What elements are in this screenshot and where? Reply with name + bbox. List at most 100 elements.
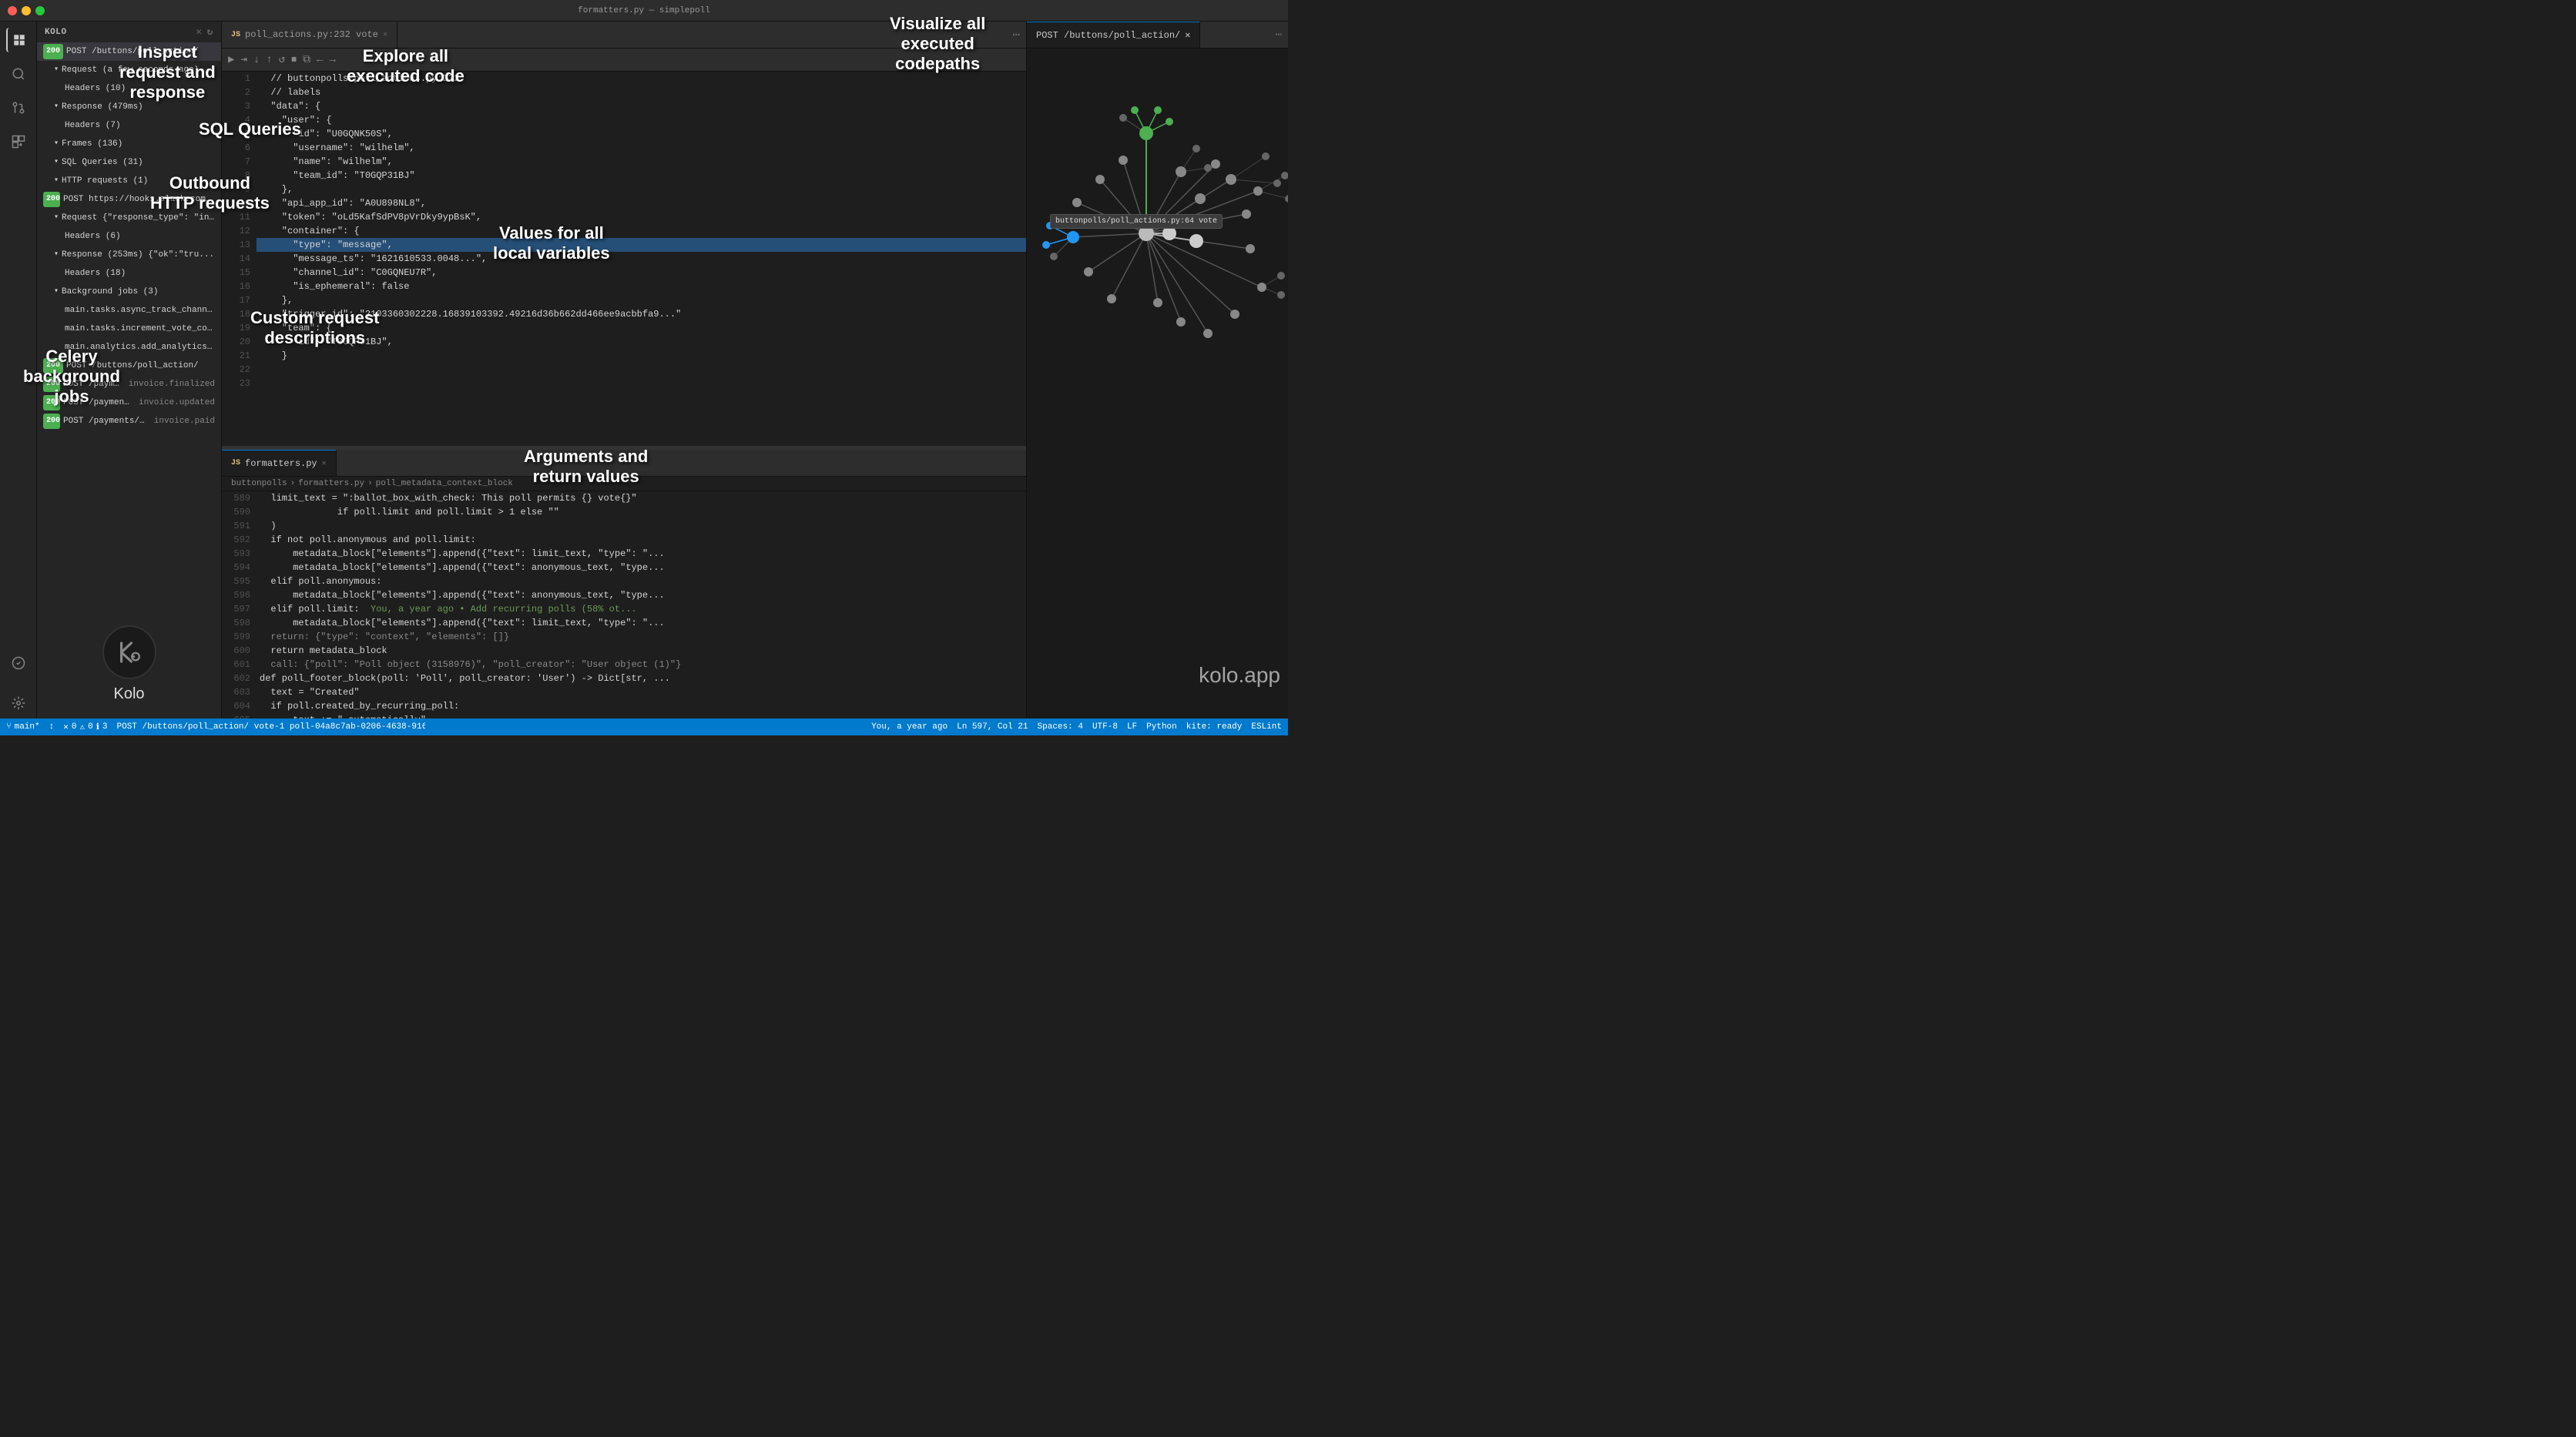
last-saved[interactable]: You, a year ago — [871, 722, 948, 732]
sidebar-item-POST_/paym[interactable]: 200POST /payments/stripe/events/invoice.… — [37, 375, 221, 394]
code-line[interactable]: } — [257, 349, 1026, 363]
sidebar-item-Request_(a[interactable]: ▾Request (a few seconds ago) — [37, 61, 221, 79]
code-line[interactable]: // buttonpolls/poll_actions.py:232 — [257, 72, 1026, 85]
code-line[interactable]: elif poll.anonymous: — [257, 574, 1026, 588]
step-over-icon[interactable]: ⇥ — [240, 53, 247, 66]
code-line[interactable]: if poll.created_by_recurring_poll: — [257, 699, 1026, 713]
restart-icon[interactable]: ↺ — [279, 53, 285, 66]
nav-back-icon[interactable]: ← — [317, 54, 323, 66]
code-line[interactable]: text = "Created" — [257, 685, 1026, 699]
sidebar-item-Headers_(1[interactable]: Headers (18) — [37, 264, 221, 283]
status-errors[interactable]: ✕ 0 ⚠ 0 ℹ 3 — [63, 722, 107, 732]
sidebar-item-Response_([interactable]: ▾Response (479ms) — [37, 98, 221, 116]
kite-status[interactable]: kite: ready — [1186, 722, 1243, 732]
extensions-icon[interactable] — [6, 129, 31, 154]
sidebar-close-icon[interactable]: ✕ — [196, 26, 202, 38]
status-sync[interactable]: ↕ — [49, 722, 55, 732]
code-line[interactable]: return metadata_block — [257, 644, 1026, 658]
sidebar-item-main.tasks[interactable]: main.tasks.async_track_channel — [37, 301, 221, 320]
code-line[interactable]: "type": "message", — [257, 238, 1026, 252]
code-line[interactable]: "is_ephemeral": false — [257, 280, 1026, 293]
sidebar-item-POST_/butt[interactable]: 200POST /buttons/poll_action/ — [37, 357, 221, 375]
sidebar-refresh-icon[interactable]: ↻ — [207, 26, 213, 38]
code-line[interactable]: "data": { — [257, 99, 1026, 113]
code-line[interactable]: "id": "T0GQP31BJ", — [257, 335, 1026, 349]
encoding[interactable]: UTF-8 — [1092, 722, 1118, 732]
eslint-status[interactable]: ESLint — [1251, 722, 1282, 732]
sidebar-item-HTTP_reque[interactable]: ▾HTTP requests (1) — [37, 172, 221, 190]
line-ending[interactable]: LF — [1127, 722, 1137, 732]
search-icon[interactable] — [6, 62, 31, 86]
status-branch[interactable]: ⑂ main* — [6, 722, 40, 732]
maximize-button[interactable] — [35, 6, 45, 15]
language[interactable]: Python — [1146, 722, 1177, 732]
code-editor-bottom[interactable]: 5895905915925935945955965975985996006016… — [222, 491, 1026, 718]
stop-icon[interactable]: ⏹ — [291, 54, 297, 66]
code-line[interactable]: "message_ts": "1621610533.0048...", — [257, 252, 1026, 266]
tab-poll-actions[interactable]: JS poll_actions.py:232 vote ✕ — [222, 22, 397, 48]
sidebar-item-Background[interactable]: ▾Background jobs (3) — [37, 283, 221, 301]
sidebar-item-Headers_(7[interactable]: Headers (7) — [37, 116, 221, 135]
code-line[interactable]: def poll_footer_block(poll: 'Poll', poll… — [257, 672, 1026, 685]
more-actions-icon[interactable]: ⋯ — [1012, 27, 1020, 42]
minimize-button[interactable] — [22, 6, 31, 15]
code-line[interactable]: metadata_block["elements"].append({"text… — [257, 588, 1026, 602]
code-line[interactable]: "user": { — [257, 113, 1026, 127]
sidebar-item-Headers_(1[interactable]: Headers (10) — [37, 79, 221, 98]
code-line[interactable]: if poll.limit and poll.limit > 1 else "" — [257, 505, 1026, 519]
code-line[interactable]: "name": "wilhelm", — [257, 155, 1026, 169]
code-line[interactable]: "id": "U0GQNK50S", — [257, 127, 1026, 141]
graph-tab-post[interactable]: POST /buttons/poll_action/ ✕ — [1027, 22, 1200, 48]
git-icon[interactable] — [6, 95, 31, 120]
run-icon[interactable]: ▶ — [228, 53, 234, 66]
code-line[interactable]: "channel_id": "C0GQNEU7R", — [257, 266, 1026, 280]
nav-forward-icon[interactable]: → — [330, 54, 336, 66]
step-into-icon[interactable]: ↓ — [253, 54, 260, 66]
code-line[interactable]: }, — [257, 183, 1026, 196]
sidebar-item-main.tasks[interactable]: main.tasks.increment_vote_counter — [37, 320, 221, 338]
tab-formatters[interactable]: JS formatters.py ✕ — [222, 450, 337, 476]
code-line[interactable]: "team_id": "T0GQP31BJ" — [257, 169, 1026, 183]
step-out-icon[interactable]: ↑ — [266, 54, 272, 66]
code-line[interactable]: limit_text = ":ballot_box_with_check: Th… — [257, 491, 1026, 505]
sidebar-item-Headers_(6[interactable]: Headers (6) — [37, 227, 221, 246]
code-line[interactable]: metadata_block["elements"].append({"text… — [257, 616, 1026, 630]
code-line[interactable]: elif poll.limit: You, a year ago • Add r… — [257, 602, 1026, 616]
graph-tab-close[interactable]: ✕ — [1185, 29, 1190, 41]
code-line[interactable]: "container": { — [257, 224, 1026, 238]
code-line[interactable]: call: {"poll": "Poll object (3158976)", … — [257, 658, 1026, 672]
tab-close-formatters[interactable]: ✕ — [322, 459, 327, 468]
sidebar-item-req-1[interactable]: 200POST /buttons/poll_action/ — [37, 42, 221, 61]
code-line[interactable]: metadata_block["elements"].append({"text… — [257, 547, 1026, 561]
code-line[interactable]: "api_app_id": "A0U898NL8", — [257, 196, 1026, 210]
sidebar-item-Response_([interactable]: ▾Response (253ms) {"ok":"tru... — [37, 246, 221, 264]
tab-close-poll-actions[interactable]: ✕ — [383, 30, 387, 39]
code-line[interactable]: if not poll.anonymous and poll.limit: — [257, 533, 1026, 547]
spaces[interactable]: Spaces: 4 — [1038, 722, 1083, 732]
code-line[interactable]: ) — [257, 519, 1026, 533]
sidebar-item-POST_/paym[interactable]: 200POST /payments/stripe/events/invoice.… — [37, 394, 221, 412]
settings-icon[interactable] — [6, 691, 31, 715]
sidebar-item-Request_{"[interactable]: ▾Request {"response_type": "in_cha... — [37, 209, 221, 227]
code-line[interactable]: text += " automatically" — [257, 713, 1026, 718]
sidebar-item-main.analy[interactable]: main.analytics.add_analytics_event — [37, 338, 221, 357]
sidebar-item-POST_/paym[interactable]: 200POST /payments/stripe/events/invoice.… — [37, 412, 221, 430]
line-col[interactable]: Ln 597, Col 21 — [957, 722, 1028, 732]
code-line[interactable]: // labels — [257, 85, 1026, 99]
code-line[interactable]: "trigger_id": "2103360302228.16839103392… — [257, 307, 1026, 321]
code-line[interactable]: "token": "oLd5KafSdPV8pVrDky9ypBsK", — [257, 210, 1026, 224]
explorer-icon[interactable] — [6, 28, 31, 52]
debug-icon[interactable] — [6, 651, 31, 675]
sidebar-item-POST_https[interactable]: 200POST https://hooks.slack.com/actions/… — [37, 190, 221, 209]
sidebar-item-Frames_(13[interactable]: ▾Frames (136) — [37, 135, 221, 153]
code-line[interactable]: "username": "wilhelm", — [257, 141, 1026, 155]
close-button[interactable] — [8, 6, 17, 15]
code-line[interactable]: }, — [257, 293, 1026, 307]
code-editor-top[interactable]: 1234567891011121314151617181920212223 //… — [222, 72, 1026, 446]
split-icon[interactable]: ⧉ — [303, 54, 310, 66]
sidebar-item-SQL_Querie[interactable]: ▾SQL Queries (31) — [37, 153, 221, 172]
code-line[interactable]: "team": { — [257, 321, 1026, 335]
graph-more-icon[interactable]: ⋯ — [1276, 28, 1282, 42]
code-line[interactable]: metadata_block["elements"].append({"text… — [257, 561, 1026, 574]
code-line[interactable]: return: {"type": "context", "elements": … — [257, 630, 1026, 644]
